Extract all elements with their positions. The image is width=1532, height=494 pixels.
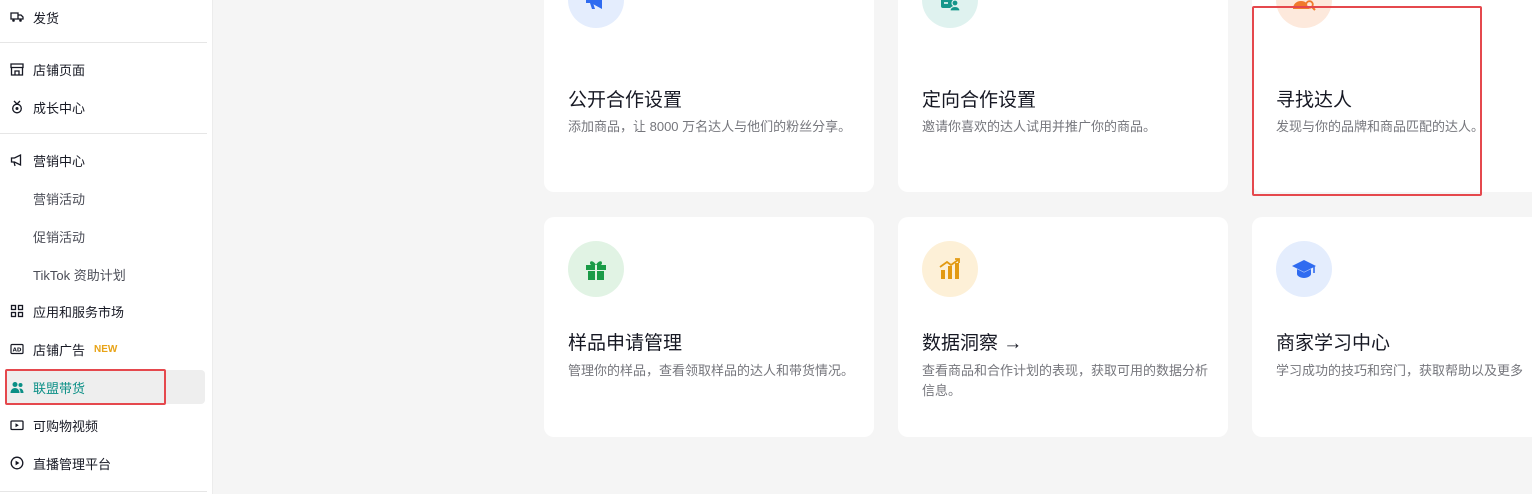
person-search-icon [1276,0,1332,28]
sidebar-item-label: 应用和服务市场 [33,304,125,320]
card-sample-requests[interactable]: 样品申请管理 管理你的样品，查看领取样品的达人和带货情况。 [544,217,874,437]
store-icon [10,62,24,76]
sidebar-item-marketing-activities[interactable]: 营销活动 [0,181,213,215]
sidebar-item-label: 联盟带货 [33,380,86,396]
video-icon [10,418,24,432]
card-learning-center[interactable]: 商家学习中心 学习成功的技巧和窍门，获取帮助以及更多 [1252,217,1532,437]
card-targeted-collaboration[interactable]: 定向合作设置 邀请你喜欢的达人试用并推广你的商品。 [898,0,1228,192]
sidebar-item-label: 成长中心 [33,100,86,116]
divider [0,491,207,492]
card-title: 寻找达人 [1276,90,1353,111]
live-icon [10,456,24,470]
truck-icon [10,10,24,24]
sidebar-item-shipping[interactable]: 发货 [0,0,213,34]
svg-text:AD: AD [13,348,22,354]
users-icon [10,380,24,394]
apps-icon [10,304,24,318]
divider [0,133,207,134]
card-description: 发现与你的品牌和商品匹配的达人。 [1276,119,1485,134]
card-find-creators[interactable]: 寻找达人 发现与你的品牌和商品匹配的达人。 [1252,0,1532,192]
sidebar-item-app-market[interactable]: 应用和服务市场 [0,294,213,328]
card-title: 样品申请管理 [568,333,683,354]
sidebar-item-affiliate[interactable]: 联盟带货 [6,370,205,404]
sidebar-item-store-page[interactable]: 店铺页面 [0,52,213,86]
sidebar-item-label: 营销中心 [33,153,86,169]
divider [0,42,207,43]
ad-icon: AD [10,342,24,356]
bar-chart-icon [922,241,978,297]
card-data-insights[interactable]: 数据洞察 → 查看商品和合作计划的表现，获取可用的数据分析信息。 [898,217,1228,437]
sidebar-item-label: 店铺页面 [33,62,86,78]
sidebar-item-marketing-center[interactable]: 营销中心 [0,143,213,177]
card-description: 查看商品和合作计划的表现，获取可用的数据分析信息。 [922,363,1209,398]
card-description: 添加商品，让 8000 万名达人与他们的粉丝分享。 [568,119,852,134]
graduation-cap-icon [1276,241,1332,297]
card-description: 学习成功的技巧和窍门，获取帮助以及更多 [1276,363,1524,378]
sidebar-item-promotions[interactable]: 促销活动 [0,219,213,253]
sidebar-item-label: 店铺广告 [33,342,86,358]
sidebar-item-label: 促销活动 [33,229,86,245]
sidebar-item-label: 可购物视频 [33,418,99,434]
sidebar-item-tiktok-funding[interactable]: TikTok 资助计划 [0,257,213,291]
card-description: 管理你的样品，查看领取样品的达人和带货情况。 [568,363,855,378]
medal-icon [10,100,24,114]
sidebar: 发货 店铺页面 成长中心 营销中心 营销活动 促销活动 TikTok 资助计划 … [0,0,213,494]
sidebar-item-label: 发货 [33,10,60,26]
card-open-collaboration[interactable]: 公开合作设置 添加商品，让 8000 万名达人与他们的粉丝分享。 [544,0,874,192]
megaphone-icon [568,0,624,28]
card-description: 邀请你喜欢的达人试用并推广你的商品。 [922,119,1157,134]
new-badge: NEW [94,343,118,355]
card-title: 数据洞察 → [922,333,1023,354]
targeted-doc-icon [922,0,978,28]
card-title: 公开合作设置 [568,90,683,111]
megaphone-icon [10,153,24,167]
sidebar-item-live-management[interactable]: 直播管理平台 [0,446,213,480]
sidebar-item-growth-center[interactable]: 成长中心 [0,90,213,124]
sidebar-item-label: 直播管理平台 [33,456,112,472]
sidebar-item-label: TikTok 资助计划 [33,267,126,283]
gift-icon [568,241,624,297]
card-title: 定向合作设置 [922,90,1037,111]
sidebar-item-store-ads[interactable]: AD 店铺广告 NEW [0,332,213,366]
sidebar-item-shoppable-video[interactable]: 可购物视频 [0,408,213,442]
sidebar-item-label: 营销活动 [33,191,86,207]
card-title: 商家学习中心 [1276,333,1391,354]
